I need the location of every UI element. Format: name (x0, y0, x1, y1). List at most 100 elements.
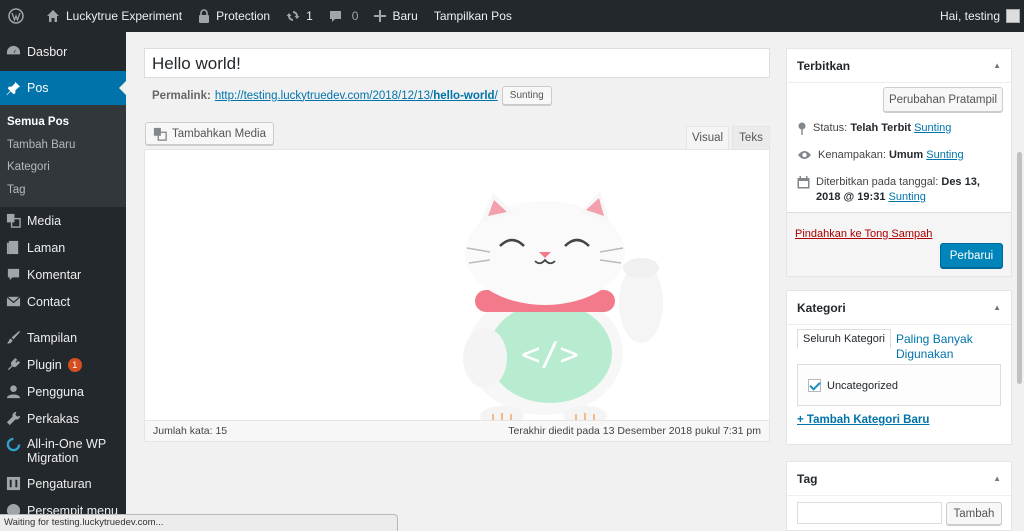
editor: </> Jumlah kata: 15 Terakhir diedit pada… (144, 149, 770, 442)
category-label: Uncategorized (827, 379, 898, 392)
editor-status-bar: Jumlah kata: 15 Terakhir diedit pada 13 … (145, 420, 769, 441)
new-label: Baru (392, 9, 418, 23)
plugins-update-badge: 1 (67, 357, 82, 372)
tags-box-header[interactable]: Tag ▲ (787, 462, 1011, 496)
add-media-button[interactable]: Tambahkan Media (145, 122, 274, 145)
tags-heading: Tag (797, 472, 818, 486)
my-account-link[interactable]: Hai, testing (932, 0, 1024, 32)
refresh-icon (286, 11, 300, 21)
posts-submenu: Semua Pos Tambah Baru Kategori Tag (0, 105, 126, 207)
edit-date-link[interactable]: Sunting (889, 191, 926, 203)
dashboard-icon (6, 45, 21, 55)
avatar (1006, 9, 1020, 23)
menu-posts[interactable]: Pos (0, 71, 126, 105)
menu-appearance[interactable]: Tampilan (0, 324, 126, 351)
move-to-trash-link[interactable]: Pindahkan ke Tong Sampah (795, 228, 932, 240)
view-post-link[interactable]: Tampilkan Pos (426, 0, 520, 32)
collapse-arrow-icon[interactable]: ▲ (993, 462, 1001, 496)
collapse-arrow-icon[interactable]: ▲ (993, 49, 1001, 83)
menu-media-label: Media (27, 213, 62, 228)
menu-media[interactable]: Media (0, 207, 126, 234)
lucky-cat-image: </> (463, 191, 663, 420)
migration-icon (6, 437, 21, 452)
menu-comments[interactable]: Komentar (0, 261, 126, 288)
submenu-tags[interactable]: Tag (0, 179, 126, 202)
menu-plugins[interactable]: Plugin 1 (0, 351, 126, 378)
menu-plugins-label: Plugin (27, 357, 62, 372)
publish-actions: Pindahkan ke Tong Sampah Perbarui (787, 212, 1011, 276)
protection-link[interactable]: Protection (190, 0, 278, 32)
submenu-categories[interactable]: Kategori (0, 156, 126, 179)
page-icon (6, 240, 19, 255)
menu-tools[interactable]: Perkakas (0, 405, 126, 432)
eye-icon (798, 151, 811, 159)
tab-most-used-label: Paling Banyak Digunakan (896, 332, 973, 361)
menu-contact-label: Contact (27, 294, 71, 309)
tab-all-categories[interactable]: Seluruh Kategori (797, 329, 891, 349)
permalink-link[interactable]: http://testing.luckytruedev.com/2018/12/… (215, 90, 498, 102)
preview-changes-button[interactable]: Perubahan Pratampil (883, 87, 1003, 112)
permalink-row: Permalink: http://testing.luckytruedev.c… (152, 86, 552, 105)
tab-text[interactable]: Teks (732, 126, 770, 150)
media-icon (6, 213, 21, 228)
view-post-label: Tampilkan Pos (433, 9, 512, 23)
permalink-base: http://testing.luckytruedev.com/2018/12/… (214, 89, 434, 102)
updates-link[interactable]: 1 (278, 0, 321, 32)
menu-dashboard[interactable]: Dasbor (0, 38, 126, 65)
menu-pages-label: Laman (27, 240, 66, 255)
wordpress-logo[interactable] (0, 0, 38, 32)
update-button[interactable]: Perbarui (940, 243, 1003, 268)
pin-icon (798, 122, 806, 135)
add-media-label: Tambahkan Media (172, 127, 266, 140)
scrollbar[interactable] (1017, 152, 1022, 384)
add-tag-button[interactable]: Tambah (946, 502, 1002, 525)
menu-settings-label: Pengaturan (27, 476, 92, 491)
comment-icon (329, 10, 341, 22)
published-label: Diterbitkan pada tanggal: (816, 176, 939, 188)
svg-text:</>: </> (521, 335, 579, 373)
submenu-add-new[interactable]: Tambah Baru (0, 134, 126, 157)
visibility-value: Umum (888, 149, 924, 161)
comment-icon (7, 268, 20, 281)
status-value: Telah Terbit (850, 122, 912, 134)
edit-slug-button[interactable]: Sunting (501, 86, 552, 105)
admin-menu: Dasbor Pos Semua Pos Tambah Baru Kategor… (0, 32, 126, 531)
categories-heading: Kategori (797, 301, 846, 315)
tab-visual[interactable]: Visual (686, 126, 729, 150)
menu-migration[interactable]: All-in-One WP Migration (0, 432, 126, 470)
category-checkbox[interactable] (808, 379, 821, 392)
post-title-input[interactable]: Hello world! (144, 48, 770, 78)
comments-count: 0 (351, 9, 359, 23)
categories-box-header[interactable]: Kategori ▲ (787, 291, 1011, 325)
menu-comments-label: Komentar (27, 267, 82, 282)
pin-icon (6, 81, 21, 95)
permalink-tail: / (494, 89, 498, 102)
site-name-link[interactable]: Luckytrue Experiment (38, 0, 190, 32)
menu-dashboard-label: Dasbor (27, 44, 68, 59)
edit-visibility-link[interactable]: Sunting (926, 149, 963, 161)
user-icon (6, 385, 21, 399)
edit-status-link[interactable]: Sunting (914, 122, 951, 134)
menu-users-label: Pengguna (27, 384, 85, 399)
editor-content[interactable]: </> (145, 150, 769, 420)
wordpress-icon (8, 8, 24, 24)
tab-most-used[interactable]: Paling Banyak Digunakan (889, 329, 1004, 365)
category-item[interactable]: Uncategorized (808, 379, 898, 392)
menu-posts-label: Pos (27, 81, 49, 95)
plug-icon (7, 357, 21, 371)
comments-link[interactable]: 0 (321, 0, 367, 32)
add-new-category-link[interactable]: + Tambah Kategori Baru (797, 414, 929, 426)
menu-settings[interactable]: Pengaturan (0, 470, 126, 497)
category-checklist: Uncategorized (797, 364, 1001, 406)
tag-input[interactable] (797, 502, 942, 524)
publish-box-header[interactable]: Terbitkan ▲ (787, 49, 1011, 83)
home-icon (47, 10, 59, 22)
submenu-all-posts[interactable]: Semua Pos (0, 111, 126, 134)
media-icon (153, 127, 167, 141)
collapse-arrow-icon[interactable]: ▲ (993, 291, 1001, 325)
menu-users[interactable]: Pengguna (0, 378, 126, 405)
menu-contact[interactable]: Contact (0, 288, 126, 315)
categories-box: Kategori ▲ Seluruh Kategori Paling Banyak… (786, 290, 1012, 445)
new-content-link[interactable]: Baru (366, 0, 425, 32)
menu-pages[interactable]: Laman (0, 234, 126, 261)
